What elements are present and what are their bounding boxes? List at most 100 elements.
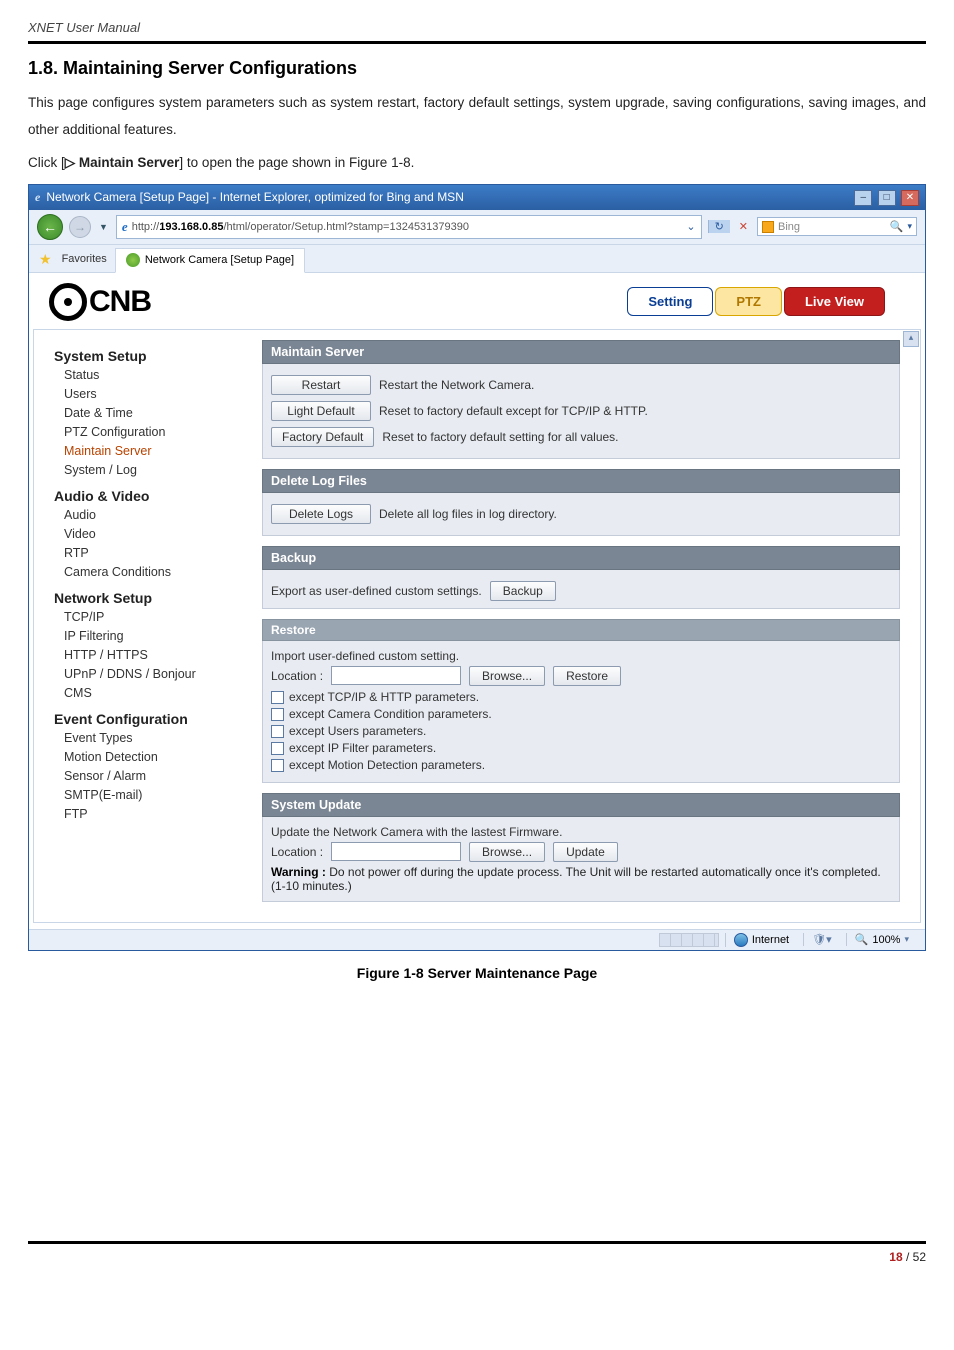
url-dropdown-icon[interactable]: ⌄ (686, 220, 695, 233)
sidebar-item-rtp[interactable]: RTP (54, 544, 244, 563)
maintain-server-heading: Maintain Server (262, 340, 900, 364)
restore-chk-ipfilter[interactable] (271, 742, 284, 755)
backup-heading: Backup (262, 546, 900, 570)
restore-chk-motion[interactable] (271, 759, 284, 772)
light-default-desc: Reset to factory default except for TCP/… (379, 404, 648, 418)
page-total: 52 (913, 1250, 926, 1264)
sidebar-heading-av: Audio & Video (54, 480, 244, 506)
sidebar-heading-system: System Setup (54, 340, 244, 366)
restore-chk-tcpip[interactable] (271, 691, 284, 704)
setting-button[interactable]: Setting (627, 287, 713, 316)
favorites-star-icon[interactable]: ★ (37, 247, 54, 272)
update-location-label: Location : (271, 845, 323, 859)
address-bar: ← → ▼ e http://193.168.0.85/html/operato… (29, 210, 925, 245)
delete-logs-desc: Delete all log files in log directory. (379, 507, 557, 521)
search-icon[interactable]: 🔍 (890, 220, 904, 233)
status-zoom[interactable]: 🔍100% ▾ (846, 933, 917, 946)
browser-tab[interactable]: Network Camera [Setup Page] (115, 248, 305, 273)
sidebar-heading-network: Network Setup (54, 582, 244, 608)
sidebar-item-ftp[interactable]: FTP (54, 805, 244, 824)
restore-chk-motion-label: except Motion Detection parameters. (289, 758, 485, 772)
maximize-button[interactable]: □ (878, 190, 896, 206)
factory-default-desc: Reset to factory default setting for all… (382, 430, 618, 444)
search-box[interactable]: Bing 🔍 ▾ (757, 217, 917, 236)
camera-body: ▴ System Setup Status Users Date & Time … (33, 329, 921, 923)
ptz-button[interactable]: PTZ (715, 287, 782, 316)
go-refresh-button[interactable]: ↻ (708, 220, 730, 233)
sidebar-item-sensor[interactable]: Sensor / Alarm (54, 767, 244, 786)
search-placeholder: Bing (778, 221, 886, 233)
ie-window: e Network Camera [Setup Page] - Internet… (28, 184, 926, 951)
favorites-bar: ★ Favorites Network Camera [Setup Page] (29, 245, 925, 273)
light-default-button[interactable]: Light Default (271, 401, 371, 421)
restore-button[interactable]: Restore (553, 666, 621, 686)
sidebar-item-motion[interactable]: Motion Detection (54, 748, 244, 767)
status-separator-cells (659, 933, 719, 947)
backup-button[interactable]: Backup (490, 581, 556, 601)
url-text: http://193.168.0.85/html/operator/Setup.… (132, 221, 683, 233)
camera-page: CNB Setting PTZ Live View ▴ System Setup… (29, 273, 925, 929)
update-browse-button[interactable]: Browse... (469, 842, 545, 862)
page-current: 18 (889, 1250, 902, 1264)
minimize-button[interactable]: – (854, 190, 872, 206)
search-dropdown-icon[interactable]: ▾ (907, 221, 912, 232)
delete-logs-button[interactable]: Delete Logs (271, 504, 371, 524)
restore-browse-button[interactable]: Browse... (469, 666, 545, 686)
scroll-up-button[interactable]: ▴ (903, 331, 919, 347)
system-update-body: Update the Network Camera with the laste… (262, 817, 900, 902)
restore-heading: Restore (262, 619, 900, 641)
status-zone[interactable]: Internet (725, 933, 797, 947)
status-zone-label: Internet (752, 934, 789, 946)
brand-logo: CNB (49, 283, 151, 321)
update-warning-text: Do not power off during the update proce… (271, 865, 881, 893)
factory-default-button[interactable]: Factory Default (271, 427, 374, 447)
sidebar-item-camera-cond[interactable]: Camera Conditions (54, 563, 244, 582)
url-field[interactable]: e http://193.168.0.85/html/operator/Setu… (116, 215, 702, 239)
update-button[interactable]: Update (553, 842, 618, 862)
nav-history-dropdown[interactable]: ▼ (97, 222, 110, 232)
restore-chk-users[interactable] (271, 725, 284, 738)
sidebar-item-ptz-config[interactable]: PTZ Configuration (54, 423, 244, 442)
instr-suffix: ] to open the page shown in Figure 1-8. (179, 155, 414, 170)
restore-chk-camcond[interactable] (271, 708, 284, 721)
doc-top-rule (28, 41, 926, 44)
sidebar-item-maintain[interactable]: Maintain Server (54, 442, 244, 461)
stop-button[interactable]: ✕ (736, 220, 751, 233)
update-location-input[interactable] (331, 842, 461, 861)
intro-paragraph: This page configures system parameters s… (28, 89, 926, 143)
delete-log-body: Delete Logs Delete all log files in log … (262, 493, 900, 536)
sidebar-item-tcpip[interactable]: TCP/IP (54, 608, 244, 627)
live-view-button[interactable]: Live View (784, 287, 885, 316)
restart-button[interactable]: Restart (271, 375, 371, 395)
sidebar-item-audio[interactable]: Audio (54, 506, 244, 525)
section-title: 1.8. Maintaining Server Configurations (28, 58, 926, 79)
sidebar-item-cms[interactable]: CMS (54, 684, 244, 703)
sidebar-item-video[interactable]: Video (54, 525, 244, 544)
ie-page-icon: e (122, 219, 128, 235)
instr-prefix: Click [ (28, 155, 65, 170)
restore-chk-ipfilter-label: except IP Filter parameters. (289, 741, 436, 755)
url-path: /html/operator/Setup.html?stamp=13245313… (223, 221, 469, 233)
sidebar-item-smtp[interactable]: SMTP(E-mail) (54, 786, 244, 805)
sidebar-item-upnp[interactable]: UPnP / DDNS / Bonjour (54, 665, 244, 684)
restore-location-input[interactable] (331, 666, 461, 685)
update-warning: Warning : Do not power off during the up… (271, 865, 891, 893)
zoom-value: 100% (872, 934, 900, 946)
sidebar-item-users[interactable]: Users (54, 385, 244, 404)
restore-chk-tcpip-label: except TCP/IP & HTTP parameters. (289, 690, 479, 704)
nav-back-button[interactable]: ← (37, 214, 63, 240)
content-panel: Maintain Server Restart Restart the Netw… (262, 330, 900, 912)
click-instruction: Click [▷ Maintain Server] to open the pa… (28, 149, 926, 176)
sidebar-item-system-log[interactable]: System / Log (54, 461, 244, 480)
update-warning-b: Warning : (271, 865, 326, 879)
instr-bold: ▷ Maintain Server (65, 155, 180, 170)
sidebar-item-status[interactable]: Status (54, 366, 244, 385)
sidebar-item-event-types[interactable]: Event Types (54, 729, 244, 748)
status-protected-mode[interactable]: 🛡▾ (803, 933, 840, 946)
sidebar-item-ipfilter[interactable]: IP Filtering (54, 627, 244, 646)
update-desc: Update the Network Camera with the laste… (271, 825, 891, 839)
close-button[interactable]: ✕ (901, 190, 919, 206)
sidebar-item-http[interactable]: HTTP / HTTPS (54, 646, 244, 665)
nav-forward-button[interactable]: → (69, 216, 91, 238)
sidebar-item-datetime[interactable]: Date & Time (54, 404, 244, 423)
